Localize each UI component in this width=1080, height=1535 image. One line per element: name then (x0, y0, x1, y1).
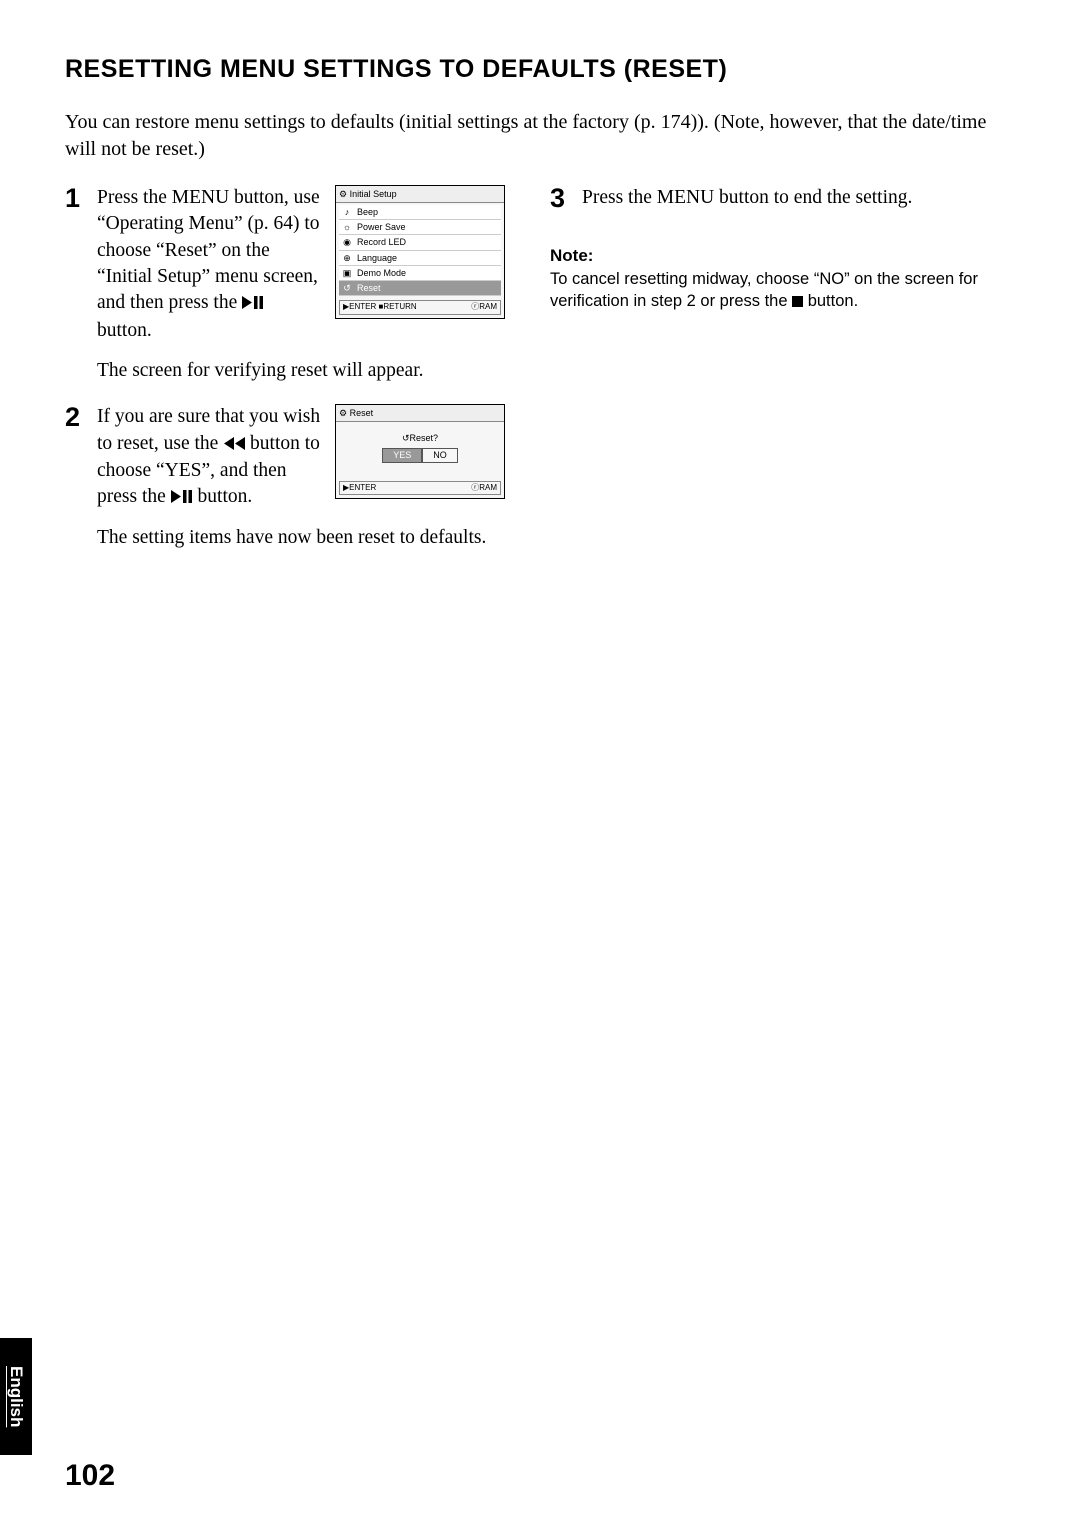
shot1-item: Beep (357, 206, 378, 218)
shot2-title: Reset (350, 408, 374, 418)
screenshot-reset-confirm: ⚙ Reset ↺Reset? YES NO ▶ENTER ⓡRAM (335, 404, 505, 499)
play-pause-icon (171, 485, 193, 511)
step-number: 3 (550, 185, 572, 212)
note-body-a: To cancel resetting midway, choose “NO” … (550, 270, 978, 310)
shot1-item: Record LED (357, 236, 406, 248)
screenshot-initial-setup: ⚙ Initial Setup ♪Beep ☼Power Save ◉Recor… (335, 185, 505, 319)
step-3: 3 Press the MENU button to end the setti… (550, 185, 1015, 212)
shot2-yes: YES (382, 448, 422, 462)
shot2-icon: ⚙ (339, 408, 347, 418)
shot1-footer-right: ⓡRAM (471, 302, 497, 313)
language-tab: English (0, 1338, 32, 1455)
shot2-footer-left: ▶ENTER (343, 483, 376, 494)
rewind-icon (223, 432, 245, 458)
step-number: 1 (65, 185, 87, 344)
step-3-text: Press the MENU button to end the setting… (582, 185, 1015, 212)
step-1-result: The screen for verifying reset will appe… (97, 358, 505, 384)
note-title: Note: (550, 246, 1015, 266)
shot1-item: Demo Mode (357, 267, 406, 279)
note-body-b: button. (803, 292, 858, 310)
shot1-footer-left: ▶ENTER ■RETURN (343, 302, 417, 313)
shot1-item: Power Save (357, 221, 406, 233)
shot1-title: Initial Setup (350, 189, 397, 199)
shot2-footer-right: ⓡRAM (471, 483, 497, 494)
shot1-item: Language (357, 252, 397, 264)
step-1-text-a: Press the MENU button, use “Operating Me… (97, 187, 320, 313)
intro-text: You can restore menu settings to default… (65, 109, 1015, 163)
page-heading: RESETTING MENU SETTINGS TO DEFAULTS (RES… (65, 55, 1015, 84)
step-1-text-b: button. (97, 320, 152, 341)
note-body: To cancel resetting midway, choose “NO” … (550, 268, 1015, 313)
step-2-text-c: button. (193, 486, 253, 507)
shot1-icon: ⚙ (339, 189, 347, 199)
stop-icon (792, 296, 803, 307)
step-1-text: Press the MENU button, use “Operating Me… (97, 185, 323, 344)
shot2-prompt: Reset? (410, 433, 439, 443)
step-1: 1 Press the MENU button, use “Operating … (65, 185, 505, 344)
page-number: 102 (65, 1459, 115, 1493)
shot1-item-selected: Reset (357, 282, 381, 294)
play-pause-icon (242, 291, 264, 317)
step-2-text: If you are sure that you wish to reset, … (97, 404, 323, 511)
step-2: 2 If you are sure that you wish to reset… (65, 404, 505, 511)
shot2-no: NO (422, 448, 458, 462)
step-2-result: The setting items have now been reset to… (97, 525, 505, 551)
step-number: 2 (65, 404, 87, 511)
